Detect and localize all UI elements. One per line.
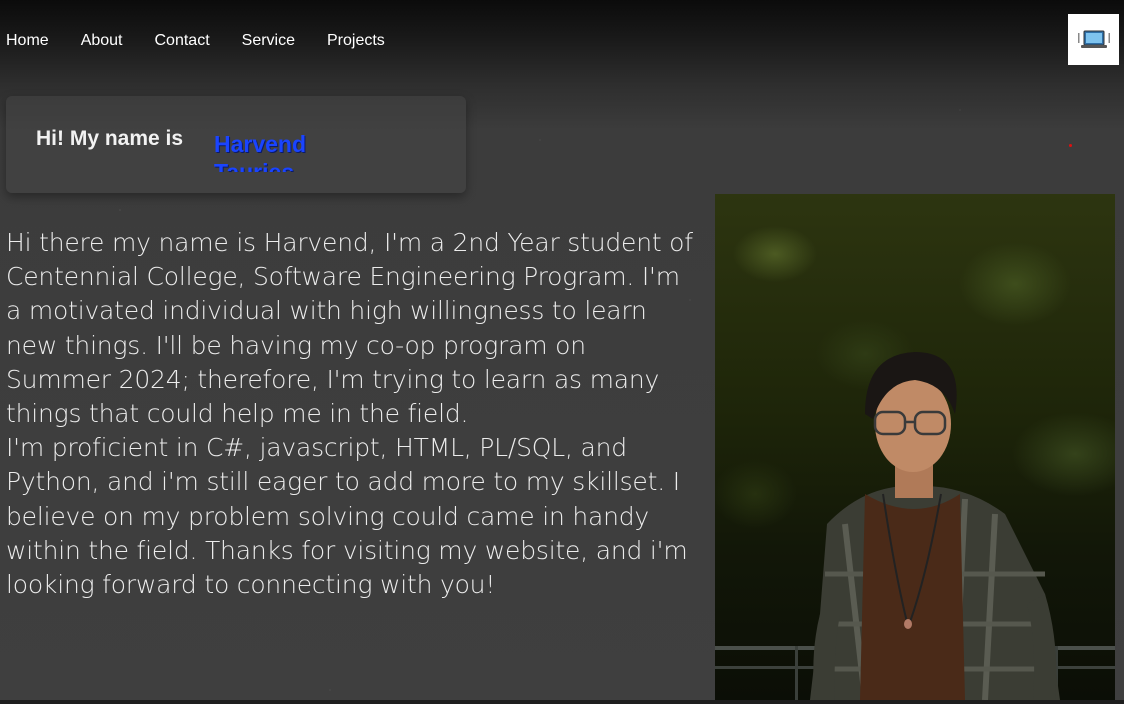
navbar: Home About Contact Service Projects: [0, 0, 1124, 82]
person-figure: [715, 352, 1115, 700]
decorative-dot: [1069, 144, 1072, 147]
intro-greeting: Hi! My name is: [36, 127, 184, 150]
nav-links: Home About Contact Service Projects: [6, 32, 417, 50]
logo[interactable]: [1068, 14, 1119, 65]
nav-link-home[interactable]: Home: [6, 32, 49, 50]
nav-link-projects[interactable]: Projects: [327, 32, 385, 50]
name-second: Tauries: [214, 159, 295, 172]
laptop-icon: [1077, 30, 1110, 48]
nav-link-about[interactable]: About: [81, 32, 123, 50]
bio-paragraph-1: Hi there my name is Harvend, I'm a 2nd Y…: [6, 228, 693, 429]
profile-photo: [715, 194, 1115, 700]
name-typing-window: Harvend Tauries: [214, 130, 334, 172]
bio-paragraph-2: I'm proficient in C#, javascript, HTML, …: [6, 433, 688, 600]
bio-text: Hi there my name is Harvend, I'm a 2nd Y…: [6, 226, 696, 602]
page: Home About Contact Service Projects Hi! …: [0, 0, 1124, 704]
name-first: Harvend: [214, 131, 307, 157]
intro-card: Hi! My name is Harvend Tauries: [6, 96, 466, 193]
nav-link-service[interactable]: Service: [242, 32, 295, 50]
bottom-bar: [0, 700, 1124, 704]
nav-link-contact[interactable]: Contact: [155, 32, 210, 50]
